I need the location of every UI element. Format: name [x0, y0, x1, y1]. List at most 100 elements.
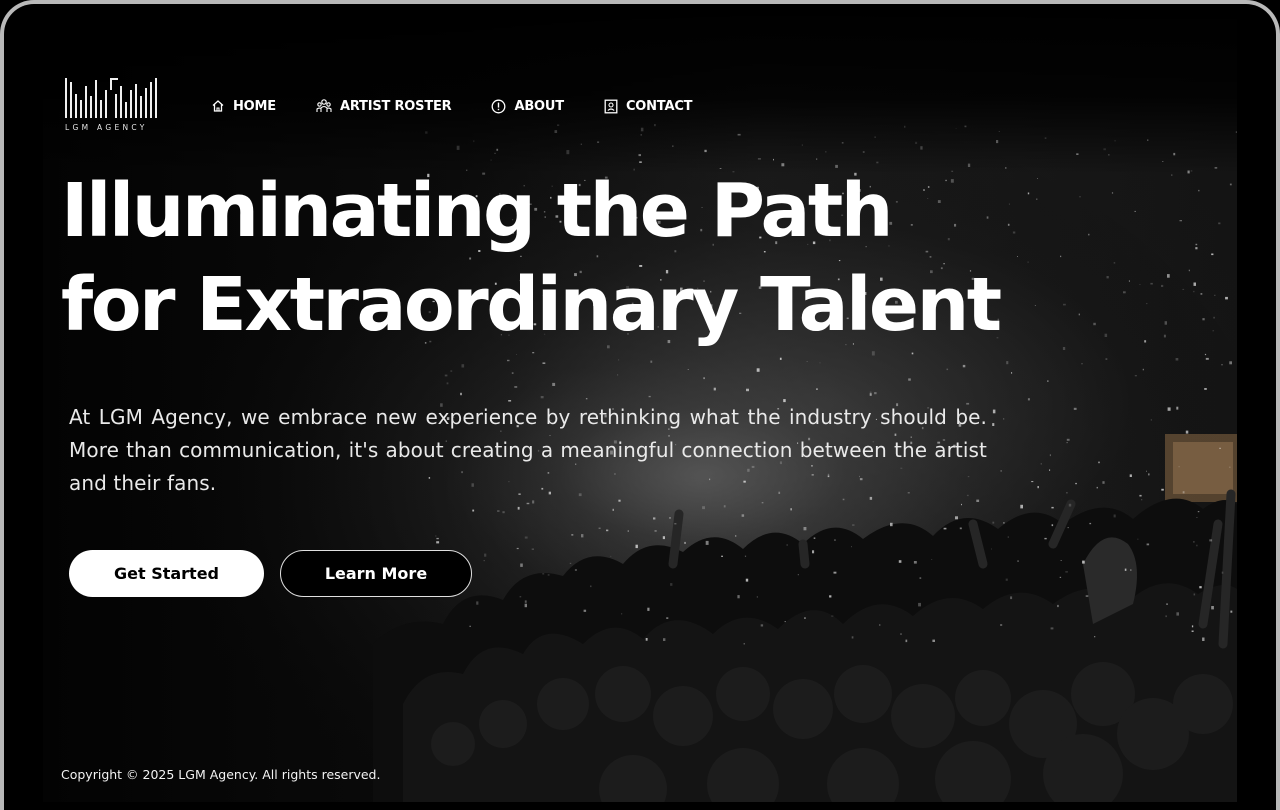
confetti-piece	[502, 511, 505, 514]
confetti-piece	[1200, 293, 1203, 295]
confetti-piece	[650, 360, 653, 363]
confetti-piece	[804, 617, 806, 619]
hero-headline-line-2: for Extraordinary Talent	[61, 262, 1002, 348]
confetti-piece	[1128, 280, 1130, 282]
confetti-piece	[812, 550, 815, 554]
confetti-piece	[797, 574, 799, 576]
confetti-piece	[1134, 210, 1136, 212]
confetti-piece	[516, 547, 519, 550]
confetti-piece	[1211, 253, 1214, 256]
confetti-piece	[662, 536, 665, 540]
confetti-piece	[1051, 524, 1054, 527]
confetti-piece	[1199, 586, 1202, 589]
confetti-piece	[1003, 418, 1005, 420]
confetti-piece	[1066, 492, 1068, 494]
confetti-piece	[1142, 368, 1144, 371]
confetti-piece	[1102, 481, 1105, 484]
nav-item-contact[interactable]: CONTACT	[604, 98, 693, 114]
nav-item-label: ABOUT	[514, 98, 564, 114]
confetti-piece	[1113, 514, 1116, 518]
confetti-piece	[1011, 372, 1013, 374]
hero-top-overlay	[43, 4, 1237, 174]
confetti-piece	[1141, 499, 1143, 501]
confetti-piece	[1205, 357, 1209, 360]
confetti-piece	[1198, 189, 1200, 192]
confetti-piece	[1037, 486, 1039, 489]
confetti-piece	[1040, 463, 1042, 465]
confetti-piece	[834, 539, 836, 541]
confetti-piece	[1204, 388, 1207, 390]
confetti-piece	[1139, 284, 1141, 285]
confetti-piece	[851, 636, 854, 639]
confetti-piece	[1188, 269, 1190, 272]
contact-card-icon	[604, 99, 618, 113]
confetti-piece	[1211, 606, 1214, 610]
confetti-piece	[1104, 333, 1108, 337]
nav-item-label: CONTACT	[625, 98, 693, 114]
copyright-text: Copyright © 2025 LGM Agency. All rights …	[61, 767, 381, 782]
confetti-piece	[647, 607, 650, 611]
confetti-piece	[705, 540, 709, 545]
confetti-piece	[1146, 543, 1150, 546]
confetti-piece	[946, 368, 949, 371]
confetti-piece	[1007, 536, 1009, 538]
confetti-piece	[1017, 560, 1019, 562]
confetti-piece	[436, 541, 440, 544]
confetti-piece	[1146, 470, 1147, 472]
confetti-piece	[476, 601, 479, 605]
nav-item-artist-roster[interactable]: ARTIST ROSTER	[316, 98, 452, 114]
logo-equalizer-icon	[65, 78, 157, 118]
confetti-piece	[1150, 282, 1153, 285]
confetti-piece	[1049, 454, 1051, 457]
confetti-piece	[1148, 473, 1150, 476]
confetti-piece	[483, 560, 485, 562]
brand-logo[interactable]: LGM AGENCY	[65, 76, 169, 136]
confetti-piece	[1213, 316, 1215, 319]
confetti-piece	[1182, 491, 1185, 494]
confetti-piece	[898, 560, 902, 563]
confetti-piece	[919, 577, 922, 579]
confetti-piece	[618, 359, 620, 361]
confetti-piece	[606, 529, 609, 532]
confetti-piece	[1179, 220, 1182, 222]
confetti-piece	[1088, 233, 1090, 236]
confetti-piece	[1063, 303, 1066, 306]
confetti-piece	[1229, 183, 1232, 186]
confetti-piece	[461, 364, 465, 368]
confetti-piece	[1146, 303, 1148, 305]
confetti-piece	[1010, 596, 1013, 600]
confetti-piece	[1113, 262, 1116, 264]
confetti-piece	[635, 544, 638, 549]
confetti-piece	[992, 423, 995, 426]
confetti-piece	[852, 524, 855, 526]
confetti-piece	[524, 536, 528, 539]
confetti-piece	[627, 530, 629, 532]
confetti-piece	[484, 553, 487, 557]
confetti-piece	[687, 369, 689, 370]
confetti-piece	[532, 352, 535, 354]
confetti-piece	[1221, 364, 1223, 366]
hero-headline-line-1: Illuminating the Path	[61, 168, 893, 254]
confetti-piece	[444, 374, 448, 377]
confetti-piece	[1062, 347, 1066, 350]
confetti-piece	[1093, 322, 1096, 326]
confetti-piece	[1111, 192, 1114, 194]
learn-more-button[interactable]: Learn More	[280, 550, 472, 597]
nav-item-about[interactable]: ABOUT	[491, 98, 564, 114]
confetti-piece	[721, 555, 723, 557]
confetti-piece	[1191, 625, 1194, 628]
confetti-piece	[703, 377, 705, 380]
nav-item-home[interactable]: HOME	[211, 99, 276, 114]
confetti-piece	[833, 571, 837, 574]
confetti-piece	[507, 359, 510, 362]
confetti-piece	[446, 382, 449, 385]
confetti-piece	[756, 596, 758, 598]
confetti-piece	[1124, 568, 1127, 571]
confetti-piece	[1150, 419, 1152, 421]
confetti-piece	[955, 516, 958, 520]
confetti-piece	[1221, 571, 1224, 574]
confetti-piece	[1193, 282, 1196, 286]
confetti-piece	[1230, 610, 1233, 613]
get-started-button[interactable]: Get Started	[69, 550, 264, 597]
confetti-piece	[992, 521, 995, 524]
